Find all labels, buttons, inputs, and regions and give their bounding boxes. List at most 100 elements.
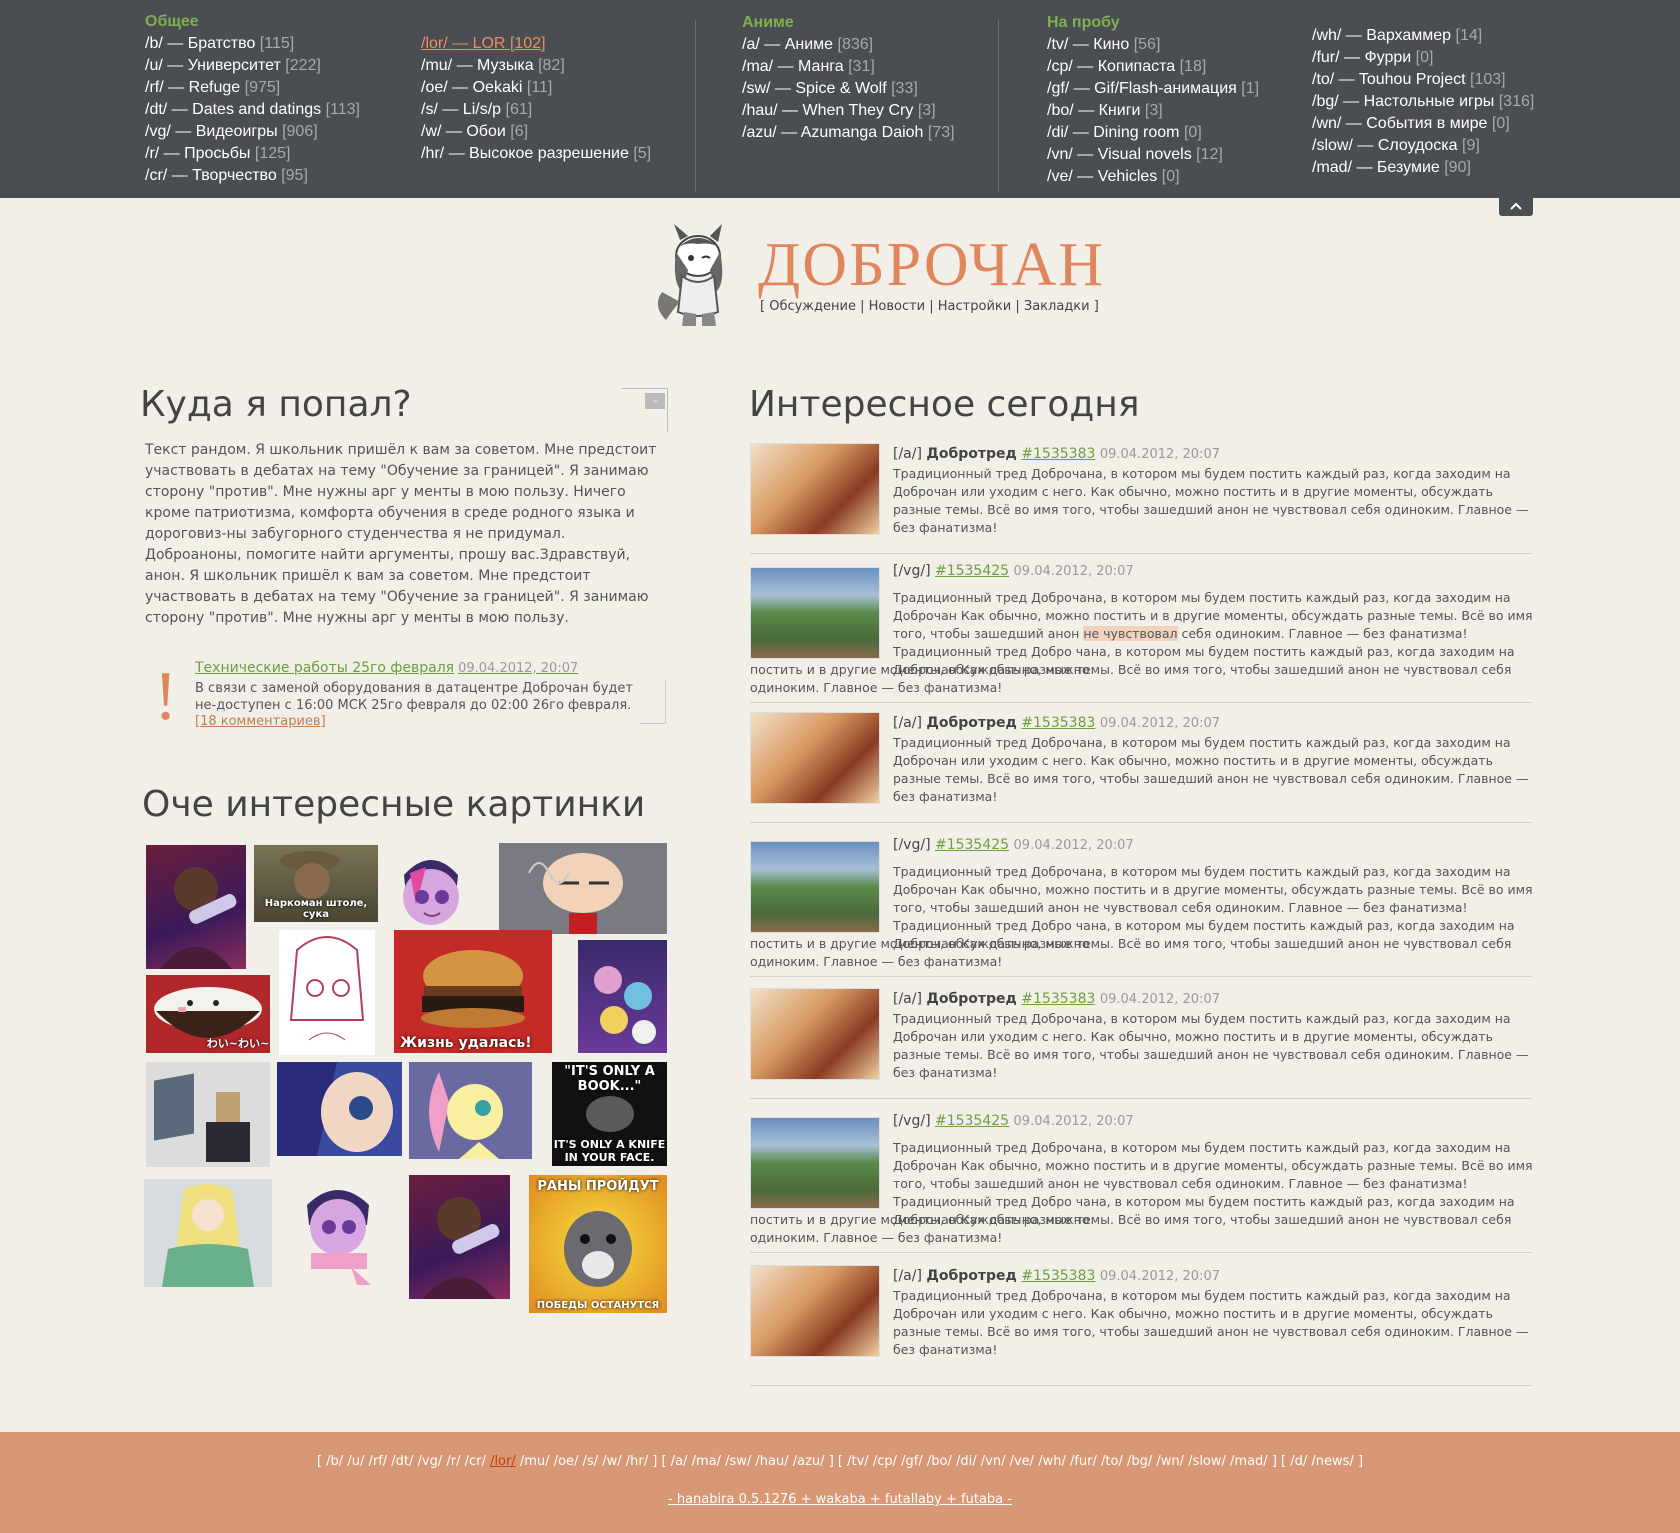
gallery-image-7[interactable]: Жизнь удалась! [394, 930, 552, 1053]
footer-board-link[interactable]: /ve/ [1010, 1454, 1034, 1469]
nav-board-link[interactable]: /azu/ — Azumanga Daioh [73] [742, 122, 955, 144]
post-number-link[interactable]: #1535425 [935, 837, 1009, 853]
nav-board-link[interactable]: /mad/ — Безумие [90] [1312, 157, 1534, 179]
nav-board-link[interactable]: /vn/ — Visual novels [12] [1047, 144, 1259, 166]
footer-board-link[interactable]: /r/ [446, 1454, 460, 1469]
nav-board-link[interactable]: /bo/ — Книги [3] [1047, 100, 1259, 122]
nav-board-link[interactable]: /s/ — Li/s/p [61] [421, 99, 651, 121]
nav-board-link[interactable]: /a/ — Аниме [836] [742, 34, 955, 56]
post-thumbnail[interactable] [750, 712, 880, 804]
post-number-link[interactable]: #1535383 [1021, 715, 1095, 731]
nav-board-link[interactable]: /mu/ — Музыка [82] [421, 55, 651, 77]
footer-board-link[interactable]: /azu/ [793, 1454, 825, 1469]
gallery-image-9[interactable] [146, 1062, 270, 1167]
nav-board-link[interactable]: /hau/ — When They Cry [3] [742, 100, 955, 122]
gallery-image-12[interactable]: "IT'S ONLY A BOOK..." IT'S ONLY A KNIFE … [552, 1062, 667, 1166]
footer-board-link[interactable]: /s/ [583, 1454, 599, 1469]
gallery-image-5[interactable]: わい~わい~ [146, 975, 270, 1053]
gallery-image-2[interactable]: Наркоман штоле, сука [254, 845, 378, 922]
nav-board-link[interactable]: /dt/ — Dates and datings [113] [145, 99, 360, 121]
gallery-image-14[interactable] [291, 1175, 385, 1287]
footer-board-link[interactable]: /vg/ [418, 1454, 443, 1469]
footer-board-link[interactable]: /w/ [602, 1454, 621, 1469]
nav-board-link[interactable]: /sw/ — Spice & Wolf [33] [742, 78, 955, 100]
footer-board-link[interactable]: /news/ [1311, 1454, 1353, 1469]
post-thumbnail[interactable] [750, 1265, 880, 1357]
nav-board-link[interactable]: /slow/ — Слоудоска [9] [1312, 135, 1534, 157]
footer-board-link[interactable]: /hr/ [626, 1454, 648, 1469]
footer-board-link[interactable]: /mu/ [520, 1454, 550, 1469]
footer-board-link[interactable]: /hau/ [755, 1454, 788, 1469]
footer-board-link[interactable]: /di/ [956, 1454, 977, 1469]
news-comments-link[interactable]: [18 комментариев] [195, 714, 326, 729]
gallery-image-1[interactable] [146, 845, 246, 969]
gallery-image-10[interactable] [277, 1062, 402, 1156]
footer-board-link[interactable]: /bo/ [927, 1454, 952, 1469]
footer-board-link[interactable]: /cp/ [873, 1454, 897, 1469]
post-number-link[interactable]: #1535383 [1021, 1268, 1095, 1284]
footer-board-link[interactable]: /rf/ [368, 1454, 387, 1469]
footer-board-link[interactable]: /d/ [1290, 1454, 1307, 1469]
nav-board-link[interactable]: /u/ — Университет [222] [145, 55, 360, 77]
nav-board-link[interactable]: /bg/ — Настольные игры [316] [1312, 91, 1534, 113]
link-news[interactable]: Новости [869, 299, 926, 314]
nav-board-link[interactable]: /fur/ — Фурри [0] [1312, 47, 1534, 69]
nav-board-link[interactable]: /tv/ — Кино [56] [1047, 34, 1259, 56]
nav-board-link[interactable]: /r/ — Просьбы [125] [145, 143, 360, 165]
footer-board-link[interactable]: /bg/ [1127, 1454, 1152, 1469]
gallery-image-4[interactable] [499, 843, 667, 934]
footer-board-link[interactable]: /wn/ [1156, 1454, 1184, 1469]
link-settings[interactable]: Настройки [938, 299, 1011, 314]
nav-board-link[interactable]: /di/ — Dining room [0] [1047, 122, 1259, 144]
footer-board-link[interactable]: /gf/ [901, 1454, 923, 1469]
nav-board-link[interactable]: /oe/ — Oekaki [11] [421, 77, 651, 99]
footer-board-link[interactable]: /u/ [347, 1454, 364, 1469]
post-thumbnail[interactable] [750, 1117, 880, 1209]
footer-board-link[interactable]: /mad/ [1230, 1454, 1268, 1469]
nav-board-link[interactable]: /cp/ — Копипаста [18] [1047, 56, 1259, 78]
nav-board-link[interactable]: /gf/ — Gif/Flash-анимация [1] [1047, 78, 1259, 100]
nav-board-link[interactable]: /hr/ — Высокое разрешение [5] [421, 143, 651, 165]
footer-board-link[interactable]: /sw/ [725, 1454, 751, 1469]
nav-board-link[interactable]: /w/ — Обои [6] [421, 121, 651, 143]
post-number-link[interactable]: #1535383 [1021, 446, 1095, 462]
nav-board-link[interactable]: /rf/ — Refuge [975] [145, 77, 360, 99]
nav-board-link[interactable]: /vg/ — Видеоигры [906] [145, 121, 360, 143]
footer-board-link[interactable]: /slow/ [1188, 1454, 1226, 1469]
post-number-link[interactable]: #1535383 [1021, 991, 1095, 1007]
nav-board-link[interactable]: /ve/ — Vehicles [0] [1047, 166, 1259, 188]
footer-board-link[interactable]: /b/ [326, 1454, 343, 1469]
gallery-image-11[interactable] [409, 1062, 532, 1159]
collapse-nav-button[interactable] [1499, 198, 1533, 216]
footer-board-link[interactable]: /dt/ [391, 1454, 413, 1469]
nav-board-link[interactable]: /b/ — Братство [115] [145, 33, 360, 55]
footer-board-link[interactable]: /to/ [1101, 1454, 1123, 1469]
footer-board-link[interactable]: /fur/ [1070, 1454, 1097, 1469]
footer-board-link[interactable]: /ma/ [692, 1454, 721, 1469]
post-thumbnail[interactable] [750, 567, 880, 659]
gallery-image-16[interactable]: РАНЫ ПРОЙДУТ ПОБЕДЫ ОСТАНУТСЯ [529, 1175, 667, 1313]
post-thumbnail[interactable] [750, 443, 880, 535]
post-number-link[interactable]: #1535425 [935, 563, 1009, 579]
nav-board-link[interactable]: /ma/ — Манга [31] [742, 56, 955, 78]
nav-board-link[interactable]: /wh/ — Вархаммер [14] [1312, 25, 1534, 47]
nav-board-link[interactable]: /lor/ — LOR [102] [421, 33, 651, 55]
nav-board-link[interactable]: /cr/ — Творчество [95] [145, 165, 360, 187]
gallery-image-3[interactable] [386, 845, 476, 935]
gallery-image-8[interactable] [578, 940, 667, 1053]
post-thumbnail[interactable] [750, 988, 880, 1080]
gallery-image-13[interactable] [144, 1179, 272, 1287]
footer-board-link[interactable]: /tv/ [847, 1454, 869, 1469]
minimize-button[interactable]: – [622, 388, 668, 432]
link-discussion[interactable]: Обсуждение [769, 299, 856, 314]
footer-board-link[interactable]: /cr/ [465, 1454, 486, 1469]
news-title-link[interactable]: Технические работы 25го февраля 09.04.201… [195, 660, 578, 676]
footer-board-link[interactable]: /oe/ [554, 1454, 579, 1469]
post-number-link[interactable]: #1535425 [935, 1113, 1009, 1129]
footer-board-link[interactable]: /wh/ [1038, 1454, 1066, 1469]
nav-board-link[interactable]: /to/ — Touhou Project [103] [1312, 69, 1534, 91]
link-bookmarks[interactable]: Закладки [1024, 299, 1090, 314]
post-thumbnail[interactable] [750, 841, 880, 933]
nav-board-link[interactable]: /wn/ — События в мире [0] [1312, 113, 1534, 135]
footer-board-link[interactable]: /a/ [671, 1454, 688, 1469]
